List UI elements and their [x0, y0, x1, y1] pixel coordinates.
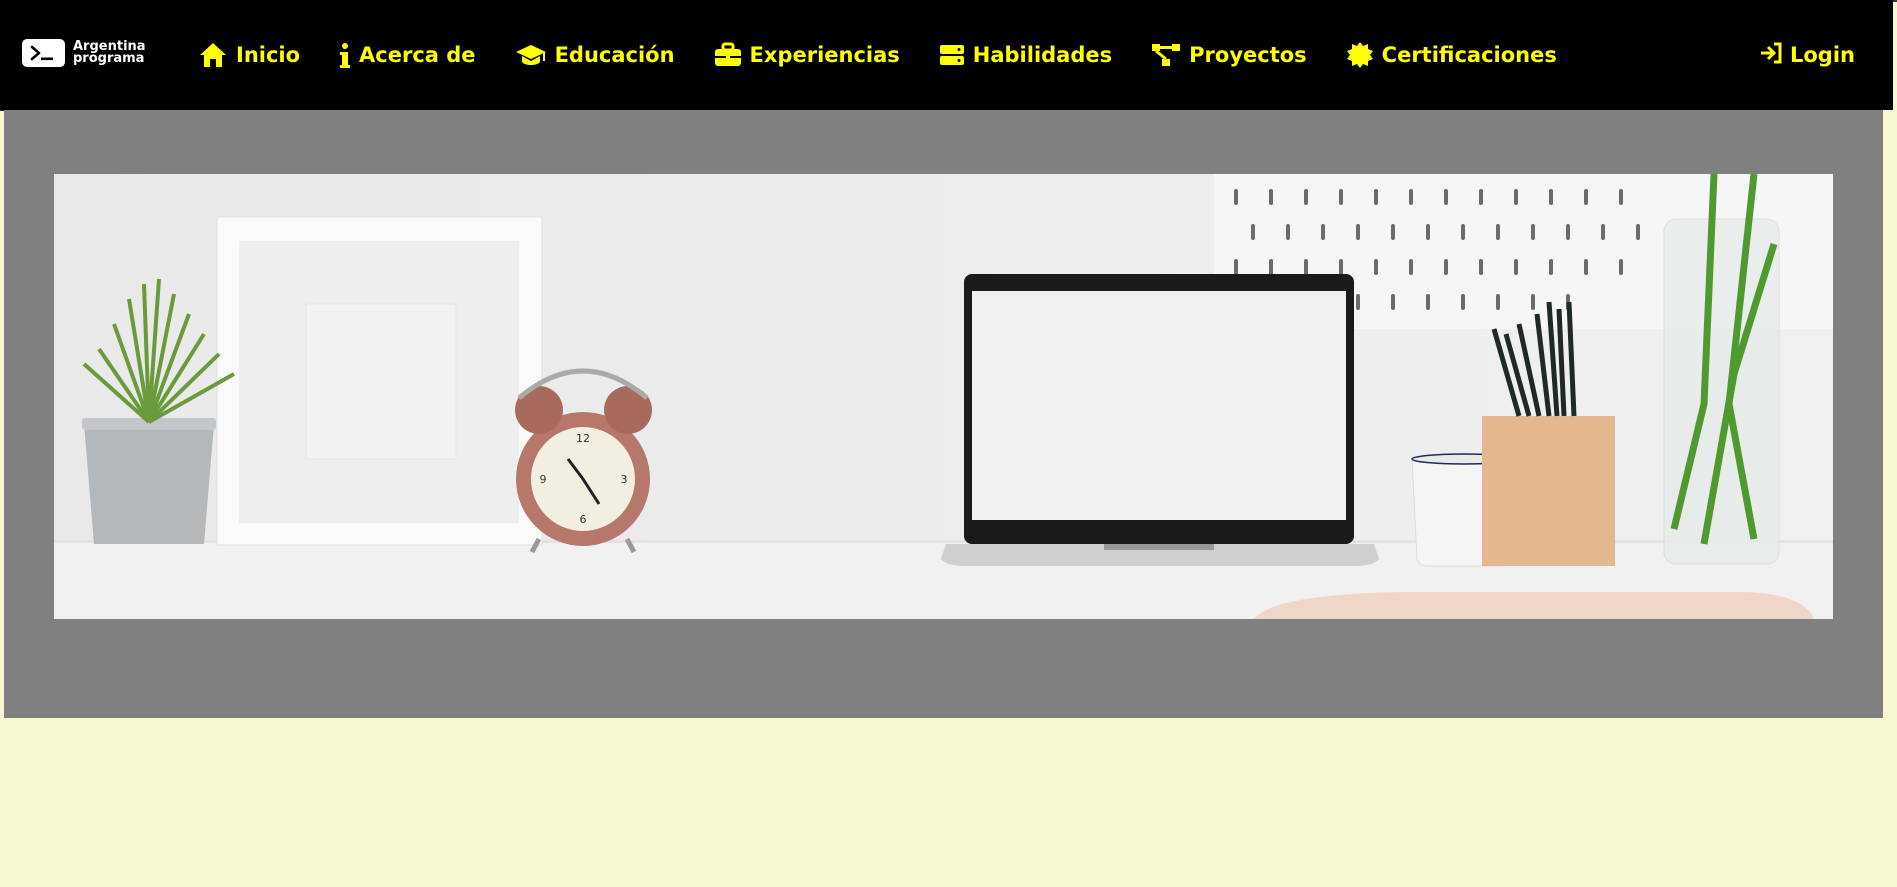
nav-label-acerca-de: Acerca de — [359, 43, 476, 67]
nav-label-habilidades: Habilidades — [972, 43, 1113, 67]
logo-text: Argentina programa — [73, 40, 146, 66]
server-icon — [939, 43, 965, 67]
terminal-icon — [22, 39, 65, 67]
svg-text:6: 6 — [580, 513, 587, 526]
nav-item-inicio[interactable]: Inicio — [198, 41, 300, 69]
svg-text:12: 12 — [576, 432, 590, 445]
svg-text:9: 9 — [540, 473, 547, 486]
main-nav: Inicio Acerca de Educación Experiencias … — [198, 0, 1596, 110]
login-label: Login — [1790, 43, 1855, 67]
svg-text:3: 3 — [621, 473, 628, 486]
nav-item-experiencias[interactable]: Experiencias — [714, 42, 900, 68]
briefcase-icon — [714, 42, 742, 68]
nav-label-educacion: Educación — [554, 43, 675, 67]
home-icon — [198, 41, 228, 69]
navbar: Argentina programa Inicio Acerca de Educ… — [0, 0, 1893, 110]
brand-logo[interactable]: Argentina programa — [22, 39, 146, 67]
certificate-icon — [1346, 41, 1374, 69]
page-margin — [1883, 110, 1897, 718]
login-button[interactable]: Login — [1760, 0, 1855, 110]
info-icon — [339, 41, 351, 69]
nav-item-educacion[interactable]: Educación — [515, 42, 675, 68]
nav-item-certificaciones[interactable]: Certificaciones — [1346, 41, 1557, 69]
nav-item-proyectos[interactable]: Proyectos — [1151, 42, 1307, 68]
nav-label-certificaciones: Certificaciones — [1381, 43, 1557, 67]
banner-image: 12 3 6 9 — [54, 174, 1833, 619]
nav-item-habilidades[interactable]: Habilidades — [939, 43, 1112, 67]
nav-label-inicio: Inicio — [236, 43, 301, 67]
graduation-cap-icon — [515, 42, 547, 68]
sign-in-icon — [1760, 42, 1782, 69]
nav-label-experiencias: Experiencias — [749, 43, 900, 67]
nav-item-acerca-de[interactable]: Acerca de — [339, 41, 476, 69]
hero-section: 12 3 6 9 — [4, 110, 1883, 718]
project-diagram-icon — [1151, 42, 1181, 68]
nav-label-proyectos: Proyectos — [1189, 43, 1307, 67]
logo-line2: programa — [73, 51, 145, 66]
